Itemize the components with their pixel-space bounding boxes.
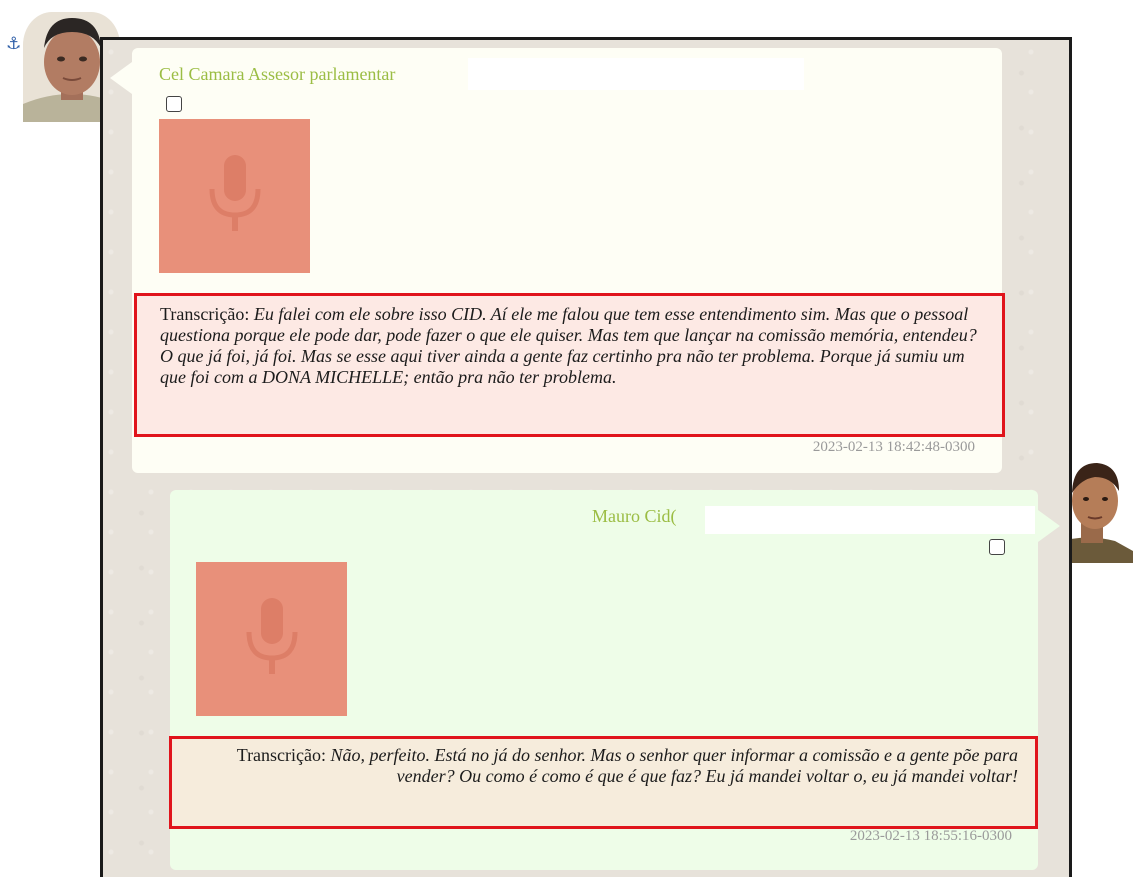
message-select-checkbox[interactable] — [989, 539, 1005, 555]
redaction-box — [468, 58, 804, 90]
audio-attachment[interactable] — [196, 562, 347, 716]
transcription-text: Não, perfeito. Está no já do senhor. Mas… — [330, 745, 1018, 786]
microphone-icon — [209, 155, 260, 231]
message-select-checkbox[interactable] — [166, 96, 182, 112]
transcription-label: Transcrição: — [160, 304, 250, 324]
transcription-text: Eu falei com ele sobre isso CID. Aí ele … — [160, 304, 977, 387]
transcription-block: Transcrição: Eu falei com ele sobre isso… — [134, 293, 1005, 437]
message-bubble-outgoing: Mauro Cid( Transcrição: Não, perfeito. E… — [169, 490, 1060, 870]
microphone-icon — [246, 598, 297, 674]
anchor-icon[interactable]: ⚓ — [6, 36, 21, 53]
transcription-label: Transcrição: — [236, 745, 327, 765]
audio-attachment[interactable] — [159, 119, 310, 273]
message-timestamp: 2023-02-13 18:55:16-0300 — [849, 828, 1012, 844]
message-timestamp: 2023-02-13 18:42:48-0300 — [812, 439, 975, 455]
transcription-block: Transcrição: Não, perfeito. Está no já d… — [169, 736, 1038, 829]
message-bubble-incoming: Cel Camara Assesor parlamentar Transcriç… — [110, 48, 1005, 473]
sender-name: Mauro Cid( — [592, 506, 677, 526]
sender-name: Cel Camara Assesor parlamentar — [159, 64, 396, 84]
redaction-box — [705, 506, 1035, 534]
